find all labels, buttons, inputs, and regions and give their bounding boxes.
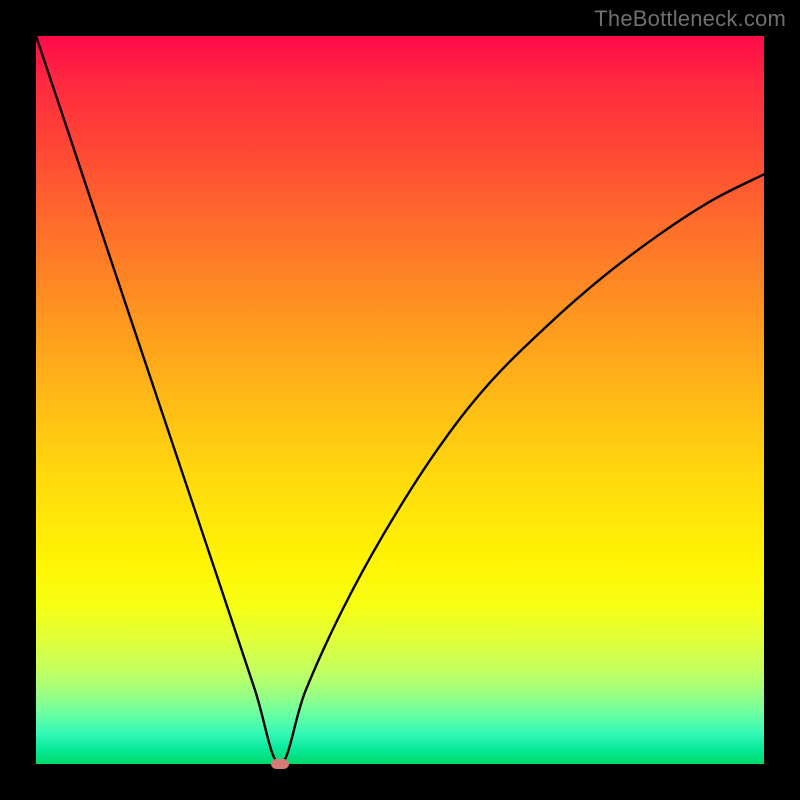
watermark-text: TheBottleneck.com bbox=[594, 6, 786, 32]
min-marker bbox=[271, 759, 289, 769]
plot-area bbox=[36, 36, 764, 764]
chart-frame: TheBottleneck.com bbox=[0, 0, 800, 800]
bottleneck-curve bbox=[36, 36, 764, 764]
